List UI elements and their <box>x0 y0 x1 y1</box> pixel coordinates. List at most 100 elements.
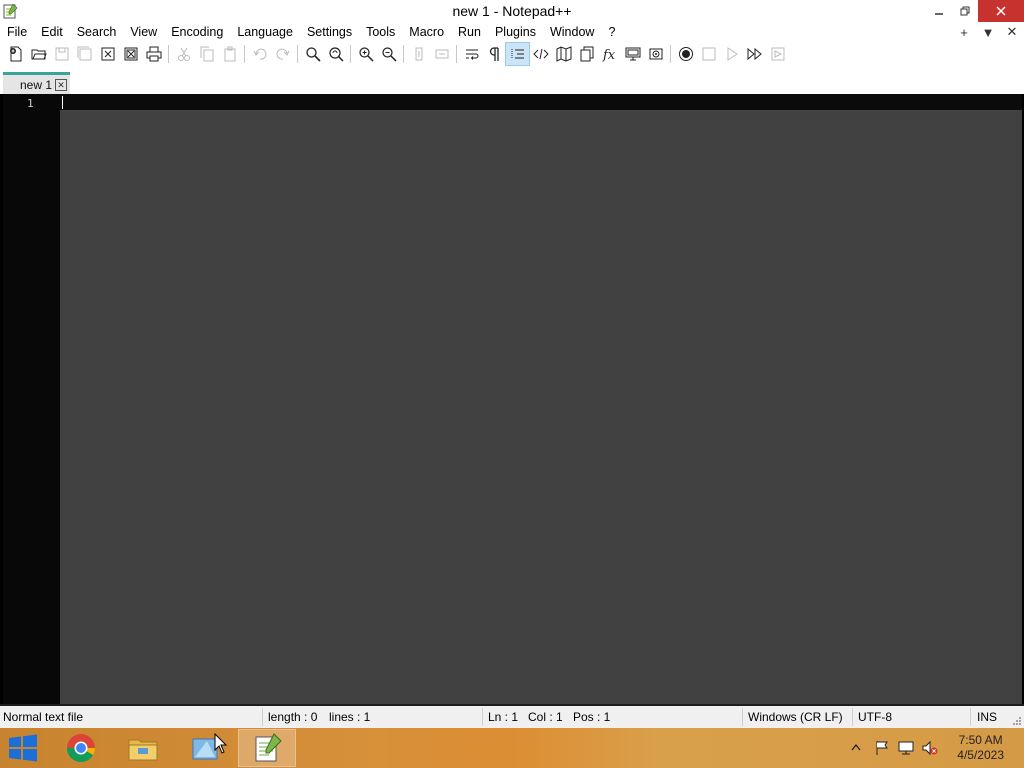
close-icon <box>996 6 1006 16</box>
folder-as-workspace-icon <box>649 48 662 60</box>
document-map-button[interactable] <box>552 43 575 65</box>
status-bar: Normal text file length : 0 lines : 1 Ln… <box>0 706 1024 728</box>
record-macro-button[interactable] <box>674 43 697 65</box>
toolbar-separator <box>456 45 457 63</box>
menu-bar: File Edit Search View Encoding Language … <box>0 22 1024 42</box>
windows-start-icon[interactable] <box>8 734 38 762</box>
indent-guide-button[interactable] <box>505 42 530 66</box>
window-title: new 1 - Notepad++ <box>452 3 572 19</box>
cut-button[interactable] <box>172 43 195 65</box>
save-all-button[interactable] <box>73 43 96 65</box>
menu-plugins[interactable]: Plugins <box>488 22 543 42</box>
menu-macro[interactable]: Macro <box>402 22 451 42</box>
toolbar-separator <box>297 45 298 63</box>
taskbar-chrome[interactable] <box>53 730 109 766</box>
menu-edit[interactable]: Edit <box>34 22 70 42</box>
status-ln: Ln : 1 <box>488 710 519 724</box>
close-all-button[interactable] <box>119 43 142 65</box>
action-center-flag-icon[interactable] <box>874 740 890 756</box>
zoom-out-icon <box>381 47 397 62</box>
text-cursor <box>62 96 63 109</box>
replace-button[interactable] <box>324 43 347 65</box>
close-all-icon <box>124 47 137 61</box>
close-icon <box>101 47 114 61</box>
sync-horizontal-icon <box>435 49 448 59</box>
line-number-gutter: 1 <box>3 94 60 704</box>
current-line-highlight[interactable] <box>60 94 1022 110</box>
system-clock[interactable]: 7:50 AM 4/5/2023 <box>957 733 1004 763</box>
record-macro-icon <box>678 47 693 61</box>
indent-guide-icon <box>511 49 524 59</box>
save-macro-button[interactable] <box>766 43 789 65</box>
menu-file[interactable]: File <box>0 22 34 42</box>
menu-encoding[interactable]: Encoding <box>164 22 230 42</box>
monitoring-button[interactable] <box>621 43 644 65</box>
taskbar-app-3[interactable] <box>177 730 233 766</box>
menu-language[interactable]: Language <box>230 22 300 42</box>
resize-grip-icon[interactable] <box>1012 716 1022 726</box>
folder-as-workspace-button[interactable] <box>644 43 667 65</box>
volume-muted-icon[interactable] <box>922 740 938 756</box>
close-window-button[interactable] <box>978 0 1024 22</box>
title-bar: new 1 - Notepad++ <box>0 0 1024 22</box>
status-encoding[interactable]: UTF-8 <box>858 710 892 724</box>
taskbar-notepadpp[interactable] <box>238 729 296 767</box>
run-macro-multiple-button[interactable] <box>743 43 766 65</box>
find-button[interactable] <box>301 43 324 65</box>
function-list-button[interactable]: fx <box>598 43 621 65</box>
word-wrap-button[interactable] <box>460 43 483 65</box>
function-list-icon: fx <box>602 48 616 62</box>
zoom-out-button[interactable] <box>377 43 400 65</box>
menu-tools[interactable]: Tools <box>359 22 402 42</box>
status-separator <box>262 708 263 726</box>
open-file-icon <box>31 49 47 60</box>
new-tab-plus-icon[interactable]: + <box>952 25 976 40</box>
menu-window[interactable]: Window <box>543 22 601 42</box>
undo-button[interactable] <box>248 43 271 65</box>
toolbar-separator <box>403 45 404 63</box>
menu-view[interactable]: View <box>123 22 164 42</box>
menu-help[interactable]: ? <box>601 22 622 42</box>
sync-horizontal-button[interactable] <box>430 43 453 65</box>
file-explorer-icon <box>128 739 158 761</box>
copy-icon <box>200 46 213 62</box>
document-list-button[interactable] <box>575 43 598 65</box>
clock-date: 4/5/2023 <box>957 748 1004 762</box>
svg-text:fx: fx <box>602 48 616 62</box>
redo-button[interactable] <box>271 43 294 65</box>
print-button[interactable] <box>142 43 165 65</box>
open-file-button[interactable] <box>27 43 50 65</box>
status-separator <box>482 708 483 726</box>
tab-close-icon[interactable]: ✕ <box>55 79 67 91</box>
tab-new-1[interactable]: new 1 ✕ <box>3 72 70 94</box>
new-file-button[interactable] <box>4 43 27 65</box>
taskbar-file-explorer[interactable] <box>115 730 171 766</box>
status-eol[interactable]: Windows (CR LF) <box>748 710 843 724</box>
minimize-button[interactable] <box>926 0 952 22</box>
status-file-type: Normal text file <box>3 710 84 724</box>
redo-icon <box>276 48 289 60</box>
xml-tag-button[interactable] <box>529 43 552 65</box>
save-button[interactable] <box>50 43 73 65</box>
zoom-in-button[interactable] <box>354 43 377 65</box>
sync-vertical-button[interactable] <box>407 43 430 65</box>
close-document-icon[interactable]: ✕ <box>1000 24 1024 40</box>
network-icon[interactable] <box>898 740 914 756</box>
copy-button[interactable] <box>195 43 218 65</box>
stop-recording-button[interactable] <box>697 43 720 65</box>
playback-macro-button[interactable] <box>720 43 743 65</box>
menu-run[interactable]: Run <box>451 22 488 42</box>
show-all-characters-button[interactable] <box>483 43 506 65</box>
tab-list-dropdown-icon[interactable]: ▼ <box>976 25 1000 40</box>
close-button[interactable] <box>96 43 119 65</box>
restore-button[interactable] <box>952 0 978 22</box>
document-map-icon <box>556 46 571 62</box>
menu-settings[interactable]: Settings <box>300 22 359 42</box>
paste-button[interactable] <box>218 43 241 65</box>
undo-icon <box>253 48 266 60</box>
menu-search[interactable]: Search <box>70 22 124 42</box>
toolbar-separator <box>670 45 671 63</box>
show-hidden-icons-icon[interactable] <box>851 743 861 751</box>
editor-area[interactable]: 1 <box>0 94 1024 704</box>
text-area[interactable] <box>60 110 1022 704</box>
